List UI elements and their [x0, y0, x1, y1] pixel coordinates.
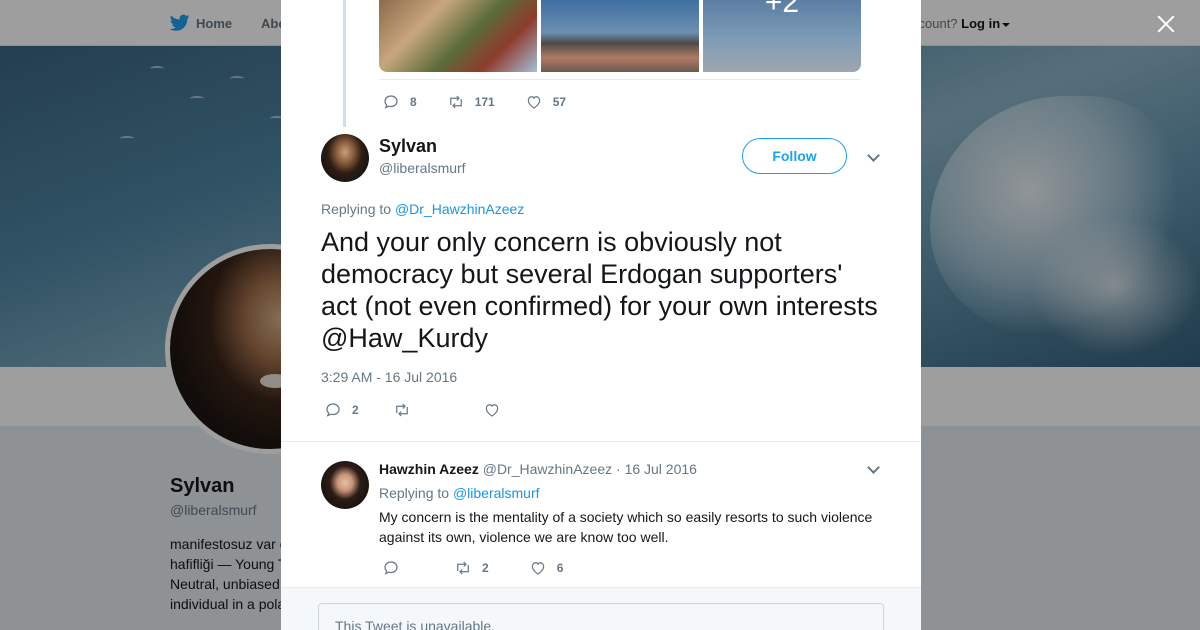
- author-name[interactable]: Sylvan: [379, 136, 437, 157]
- media-photo[interactable]: [541, 0, 699, 72]
- like-button[interactable]: 6: [529, 559, 564, 577]
- reply-button[interactable]: 2: [324, 401, 359, 419]
- media-photo-more[interactable]: +2: [703, 0, 861, 72]
- replying-to-link[interactable]: @liberalsmurf: [453, 485, 540, 501]
- retweet-icon: [449, 95, 462, 109]
- reply-icon: [384, 95, 398, 109]
- retweet-button[interactable]: 2: [454, 559, 489, 577]
- retweet-button[interactable]: 171: [447, 93, 495, 111]
- reply-button[interactable]: [382, 559, 410, 577]
- reply-count: 2: [352, 403, 359, 417]
- tweet-actions: 2: [324, 401, 541, 419]
- tweet-permalink-modal: +2 8 171 57 Sylvan @liberalsmurf Follow …: [281, 0, 921, 630]
- reply-icon: [326, 403, 340, 417]
- replying-to-prefix: Replying to: [379, 485, 450, 501]
- reply-button[interactable]: 8: [382, 93, 417, 111]
- follow-button[interactable]: Follow: [742, 138, 847, 174]
- conversation-thread-line: [343, 0, 346, 127]
- replying-to-link[interactable]: @Dr_HawzhinAzeez: [395, 201, 524, 217]
- reply-text: My concern is the mentality of a society…: [379, 509, 873, 545]
- reply-replying-to: Replying to @liberalsmurf: [379, 485, 540, 501]
- retweet-count: 171: [474, 95, 495, 109]
- divider: [281, 441, 921, 442]
- heart-icon: [527, 96, 540, 109]
- unavailable-tweet-notice: This Tweet is unavailable.: [318, 603, 884, 630]
- like-count: 57: [552, 95, 567, 109]
- heart-icon: [531, 562, 544, 575]
- chevron-down-icon[interactable]: [866, 150, 880, 164]
- replying-to: Replying to @Dr_HawzhinAzeez: [321, 201, 524, 217]
- tweet-text: And your only concern is obviously not d…: [321, 227, 878, 353]
- chevron-down-icon[interactable]: [866, 462, 880, 476]
- reply-count: 8: [410, 95, 417, 109]
- like-button[interactable]: [483, 401, 511, 419]
- media-grid: +2: [379, 0, 861, 72]
- reply-date[interactable]: 16 Jul 2016: [625, 461, 697, 477]
- reply-actions: 2 6: [382, 559, 593, 577]
- reply-header: Hawzhin Azeez @Dr_HawzhinAzeez · 16 Jul …: [379, 461, 697, 477]
- retweet-icon: [395, 403, 408, 417]
- retweet-count: 2: [482, 561, 489, 575]
- reply-author-name[interactable]: Hawzhin Azeez: [379, 461, 479, 477]
- retweet-button[interactable]: [393, 401, 421, 419]
- close-icon[interactable]: [1152, 10, 1180, 38]
- previous-tweet-actions: 8 171 57: [382, 93, 596, 111]
- replying-to-prefix: Replying to: [321, 201, 392, 217]
- reply-author-handle[interactable]: @Dr_HawzhinAzeez: [483, 461, 612, 477]
- like-count: 6: [556, 561, 564, 575]
- media-more-count: +2: [764, 0, 800, 19]
- reply-icon: [384, 561, 398, 575]
- author-avatar[interactable]: [321, 134, 369, 182]
- reply-separator: ·: [616, 461, 621, 477]
- tweet-timestamp[interactable]: 3:29 AM - 16 Jul 2016: [321, 369, 457, 385]
- author-handle[interactable]: @liberalsmurf: [379, 160, 466, 176]
- reply-author-avatar[interactable]: [321, 461, 369, 509]
- like-button[interactable]: 57: [525, 93, 566, 111]
- heart-icon: [485, 404, 498, 417]
- media-photo[interactable]: [379, 0, 537, 72]
- bottom-strip: This Tweet is unavailable.: [281, 587, 921, 630]
- retweet-icon: [457, 561, 469, 575]
